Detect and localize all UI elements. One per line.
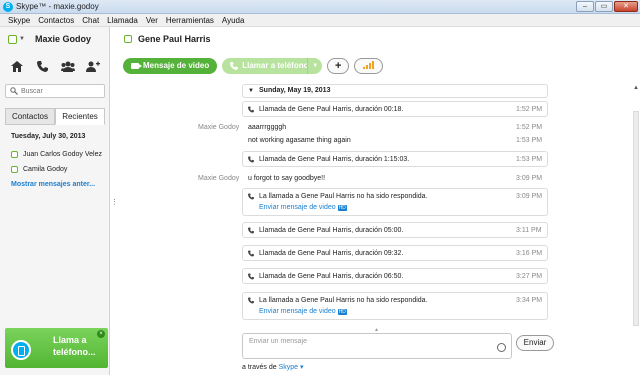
close-promo-icon[interactable]: × — [97, 330, 105, 338]
phone-icon[interactable] — [34, 59, 50, 73]
call-phone-label: Llamar a teléfono — [242, 61, 309, 70]
call-event: Llamada de Gene Paul Harris, duración 05… — [242, 222, 548, 238]
online-status-icon — [8, 34, 17, 44]
recent-item-label: Camila Godoy — [23, 166, 68, 173]
chat-message: Maxie Godoy aaarrrggggh 1:52 PM — [198, 124, 543, 131]
message-input[interactable]: Enviar un mensaje — [242, 333, 512, 359]
send-video-message-link[interactable]: Enviar mensaje de video HD — [259, 204, 347, 211]
contact-status-icon — [11, 151, 18, 158]
tab-contactos[interactable]: Contactos — [5, 108, 55, 125]
sidebar-tabs: Contactos Recientes — [5, 108, 105, 125]
chevron-down-icon[interactable]: ▼ — [307, 58, 322, 74]
close-button[interactable]: ✕ — [614, 1, 638, 12]
menu-ayuda[interactable]: Ayuda — [218, 14, 249, 26]
date-header[interactable]: ▼ Sunday, May 19, 2013 — [242, 84, 548, 98]
menu-herramientas[interactable]: Herramientas — [162, 14, 218, 26]
phone-icon — [230, 62, 239, 70]
conversation-pane: Gene Paul Harris Mensaje de video Llamar… — [118, 27, 640, 375]
video-camera-icon — [131, 63, 142, 69]
call-phones-promo[interactable]: Llama a teléfono... × — [5, 328, 108, 368]
show-older-messages-link[interactable]: Mostrar mensajes anter... — [11, 181, 95, 188]
menu-bar: Skype Contactos Chat Llamada Ver Herrami… — [0, 14, 640, 27]
recent-item[interactable]: Camila Godoy — [11, 166, 67, 173]
send-video-message-link[interactable]: Enviar mensaje de video HD — [259, 308, 347, 315]
search-box[interactable] — [5, 84, 105, 98]
maximize-button[interactable]: ▭ — [595, 1, 613, 12]
phone-icon — [248, 193, 254, 200]
chat-message: not working agasame thing again 1:53 PM — [248, 137, 543, 144]
phone-icon — [248, 156, 254, 163]
send-button[interactable]: Enviar — [516, 335, 554, 351]
call-event: Llamada de Gene Paul Harris, duración 09… — [242, 245, 548, 261]
call-event: Llamada de Gene Paul Harris, duración 00… — [242, 101, 548, 117]
menu-skype[interactable]: Skype — [4, 14, 34, 26]
title-bar: S Skype™ - maxie.godoy – ▭ ✕ — [0, 0, 640, 14]
call-phone-button[interactable]: Llamar a teléfono ▼ — [222, 58, 323, 74]
menu-llamada[interactable]: Llamada — [103, 14, 142, 26]
phone-icon — [248, 106, 254, 113]
missed-call-event: La llamada a Gene Paul Harris no ha sido… — [242, 292, 548, 320]
recent-item-label: Juan Carlos Godoy Velez — [23, 151, 102, 158]
promo-line2: teléfono... — [53, 347, 96, 357]
menu-contactos[interactable]: Contactos — [34, 14, 78, 26]
menu-ver[interactable]: Ver — [142, 14, 162, 26]
search-icon — [10, 87, 18, 95]
contact-status-icon — [11, 166, 18, 173]
call-event: Llamada de Gene Paul Harris, duración 1:… — [242, 151, 548, 167]
recent-item[interactable]: Juan Carlos Godoy Velez — [11, 151, 102, 158]
message-placeholder: Enviar un mensaje — [249, 338, 307, 345]
user-name: Maxie Godoy — [34, 34, 91, 44]
panel-splitter-handle[interactable]: ⋮ — [111, 198, 118, 206]
search-input[interactable] — [21, 86, 101, 96]
recents-date: Tuesday, July 30, 2013 — [11, 133, 86, 140]
sidebar: ▼ Maxie Godoy Contactos Recientes Tuesda… — [0, 27, 110, 375]
phone-icon — [248, 227, 254, 234]
sidebar-nav — [0, 59, 110, 73]
emoticon-icon[interactable] — [497, 343, 506, 352]
phone-icon — [248, 250, 254, 257]
minimize-button[interactable]: – — [576, 1, 594, 12]
video-message-button[interactable]: Mensaje de video — [123, 58, 218, 74]
video-message-label: Mensaje de video — [143, 61, 210, 70]
hd-video-icon: HD — [337, 308, 347, 315]
phone-promo-icon — [11, 340, 31, 360]
window-title: Skype™ - maxie.godoy — [16, 2, 99, 11]
contact-name[interactable]: Gene Paul Harris — [138, 34, 211, 44]
chevron-down-icon: ▾ — [300, 364, 304, 371]
call-quality-button[interactable] — [354, 58, 384, 74]
missed-call-event: La llamada a Gene Paul Harris no ha sido… — [242, 188, 548, 216]
contact-status-icon — [124, 35, 132, 43]
skype-logo-icon: S — [3, 2, 13, 12]
call-toolbar: Mensaje de video Llamar a teléfono ▼ + — [123, 58, 384, 74]
menu-chat[interactable]: Chat — [78, 14, 103, 26]
tab-recientes[interactable]: Recientes — [55, 108, 105, 125]
hd-video-icon: HD — [337, 204, 347, 211]
send-via[interactable]: a través de Skype ▾ — [242, 363, 304, 371]
chevron-down-icon: ▼ — [248, 88, 254, 94]
scrollbar[interactable] — [633, 111, 639, 326]
group-icon[interactable] — [60, 59, 76, 73]
scroll-up-arrow-icon[interactable]: ▲ — [633, 85, 639, 91]
call-event: Llamada de Gene Paul Harris, duración 06… — [242, 268, 548, 284]
promo-line1: Llama a — [53, 335, 87, 345]
conversation-header: Gene Paul Harris — [124, 34, 211, 44]
add-button[interactable]: + — [327, 58, 350, 74]
phone-icon — [248, 297, 254, 304]
add-contact-icon[interactable] — [85, 59, 101, 73]
chevron-down-icon: ▼ — [19, 36, 25, 42]
phone-icon — [248, 273, 254, 280]
chat-message: Maxie Godoy u forgot to say goodbye!! 3:… — [198, 175, 543, 182]
user-status-menu[interactable]: ▼ Maxie Godoy — [8, 34, 91, 44]
home-icon[interactable] — [9, 59, 25, 73]
